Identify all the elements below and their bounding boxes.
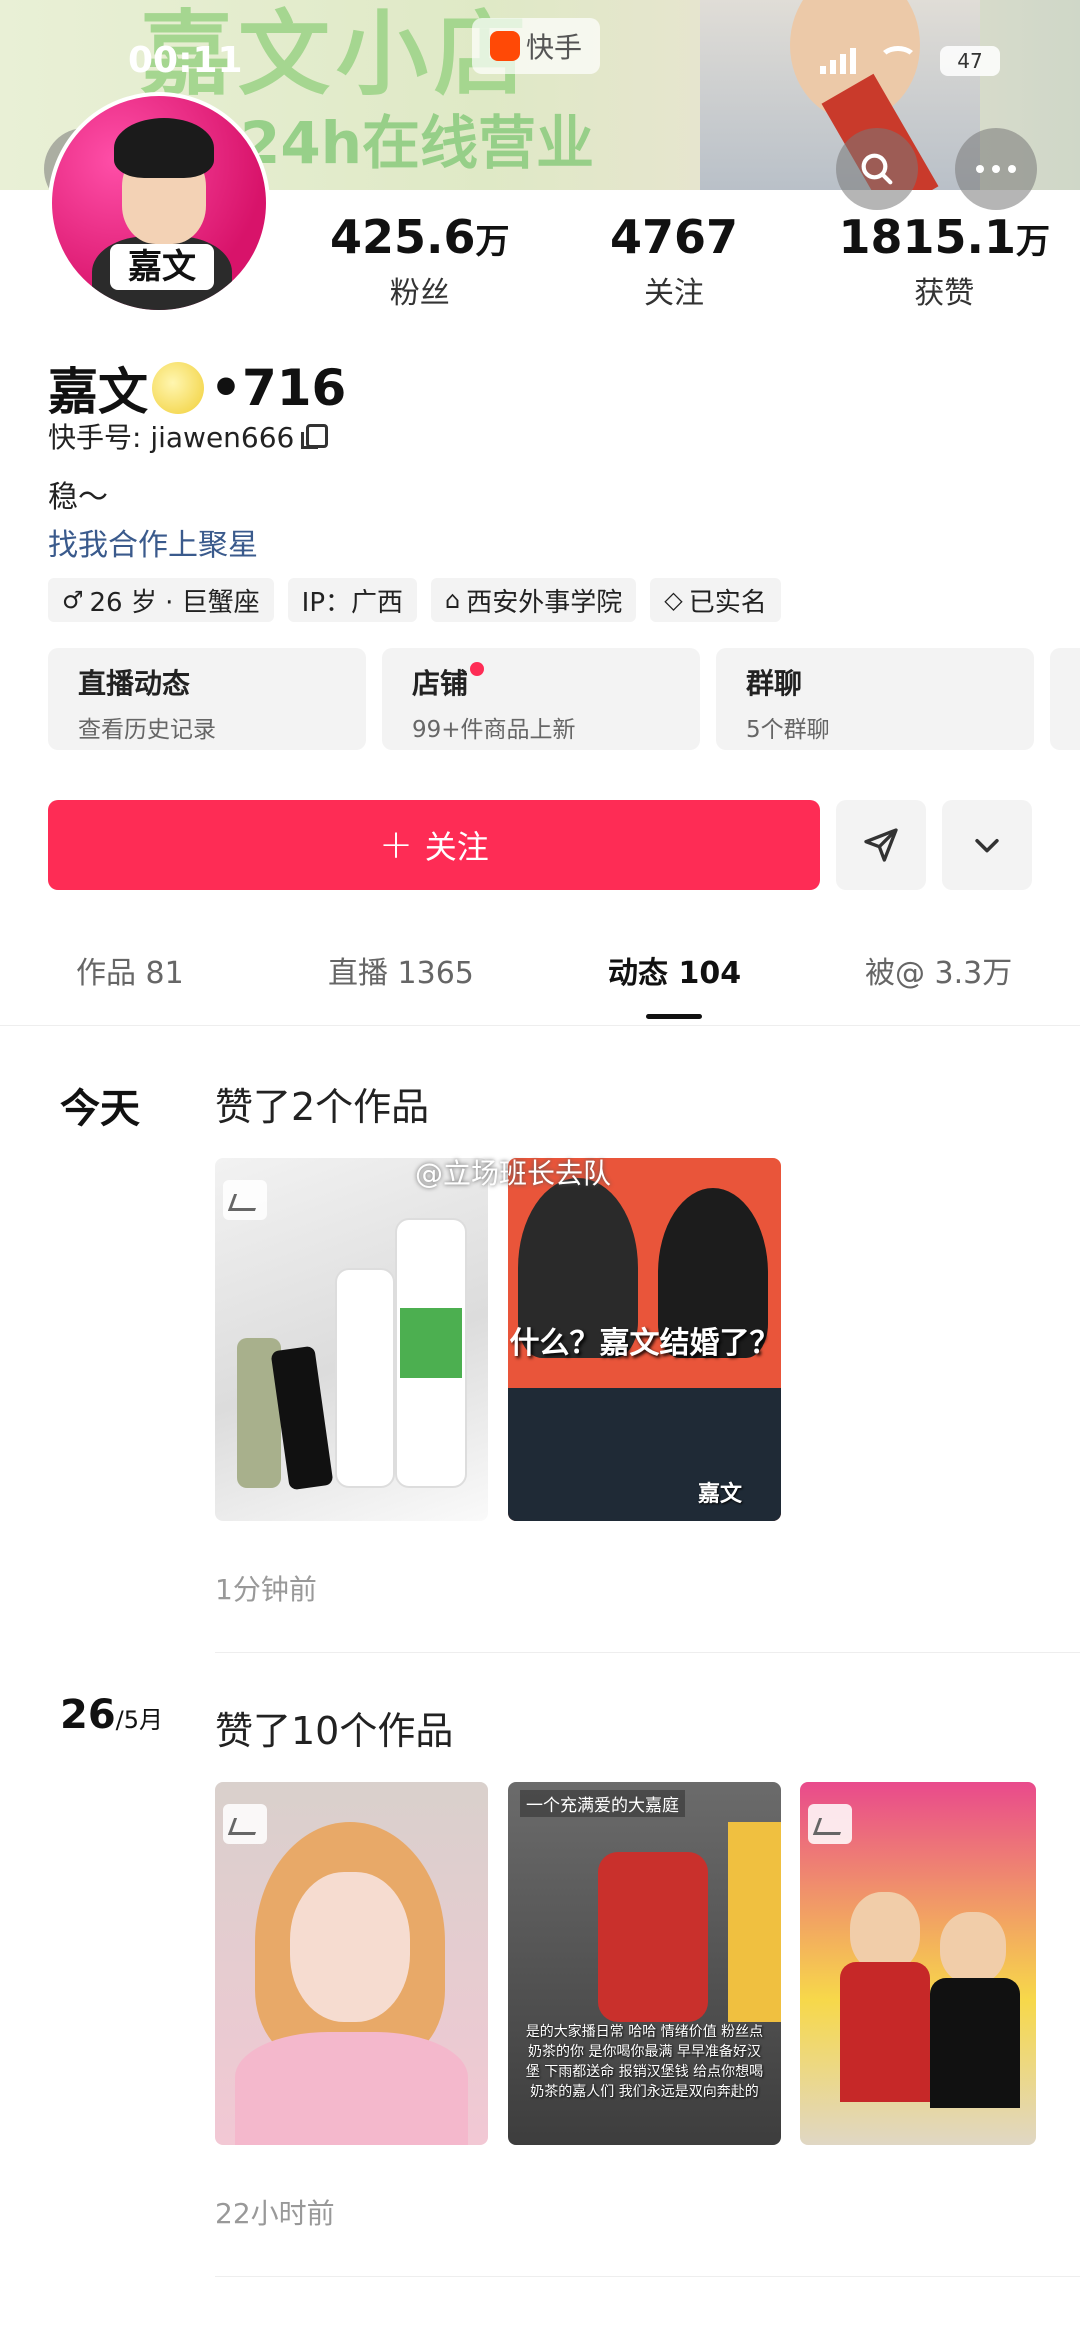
feature-cards: 直播动态 查看历史记录 店铺 99+件商品上新 群聊 5个群聊 bbox=[48, 648, 1080, 750]
stat-value: 4767 bbox=[609, 210, 739, 264]
feed-thumbnail[interactable]: 什么？嘉文结婚了？ 嘉文 bbox=[508, 1158, 781, 1521]
feed-time-ago: 22小时前 bbox=[215, 2197, 335, 2230]
chip-text: IP：广西 bbox=[301, 587, 404, 618]
platform-label: 快手 bbox=[526, 31, 583, 64]
follow-label: 关注 bbox=[424, 828, 489, 866]
battery-icon: 47 bbox=[940, 46, 1000, 76]
kuaishou-logo-icon bbox=[490, 31, 520, 61]
avatar-name-tag: 嘉文 bbox=[110, 244, 214, 290]
stat-label: 粉丝 bbox=[389, 276, 450, 311]
feed-thumbnail[interactable] bbox=[215, 1782, 488, 2145]
signal-icon bbox=[820, 48, 856, 74]
card-subtitle: 查看历史记录 bbox=[78, 717, 216, 743]
profile-name-suffix: •716 bbox=[210, 359, 347, 417]
stat-unit: 万 bbox=[1016, 222, 1050, 262]
message-button[interactable] bbox=[836, 800, 926, 890]
card-more[interactable] bbox=[1050, 648, 1080, 750]
image-post-icon bbox=[223, 1804, 267, 1844]
chip-school[interactable]: ⌂ 西安外事学院 bbox=[431, 578, 637, 622]
card-shop[interactable]: 店铺 99+件商品上新 bbox=[382, 648, 700, 750]
card-title: 群聊 bbox=[746, 667, 803, 700]
chevron-down-icon bbox=[975, 838, 999, 853]
feed-date: 今天 bbox=[60, 1086, 140, 1132]
stat-following[interactable]: 4767 关注 bbox=[610, 210, 738, 312]
profile-stats: 425.6万 粉丝 4767 关注 1815.1万 获赞 bbox=[330, 210, 1050, 312]
stat-likes[interactable]: 1815.1万 获赞 bbox=[838, 210, 1050, 312]
chip-text: 26 岁 · 巨蟹座 bbox=[89, 587, 260, 618]
card-subtitle: 99+件商品上新 bbox=[412, 717, 576, 743]
feed-thumbnail[interactable] bbox=[800, 1782, 1036, 2145]
chip-text: 已实名 bbox=[688, 587, 767, 618]
expand-button[interactable] bbox=[942, 800, 1032, 890]
feed-title: 赞了10个作品 bbox=[215, 1709, 454, 1753]
moon-face-emoji-icon bbox=[152, 362, 204, 414]
plus-icon: + bbox=[379, 822, 413, 868]
chip-age: ♂ 26 岁 · 巨蟹座 bbox=[48, 578, 274, 622]
bio-text: 稳～ bbox=[48, 480, 108, 515]
feed-date: 26/5月 bbox=[60, 1692, 163, 1738]
chip-verified[interactable]: ◇ 已实名 bbox=[650, 578, 781, 622]
stat-value: 425.6 bbox=[330, 210, 476, 264]
uid-row: 快手号: jiawen666 bbox=[48, 416, 329, 456]
weibo-watermark: @立场班长去队 bbox=[415, 1157, 612, 1190]
tab-works[interactable]: 作品 81 bbox=[76, 948, 184, 992]
search-button[interactable] bbox=[836, 128, 918, 210]
thumbnail-caption: 什么？嘉文结婚了？ bbox=[509, 1326, 780, 1361]
copy-icon[interactable] bbox=[301, 424, 329, 449]
avatar[interactable]: 嘉文 bbox=[48, 92, 270, 314]
business-link[interactable]: 找我合作上聚星 bbox=[48, 520, 258, 564]
content-tabs: 作品 81 直播 1365 动态 104 被@ 3.3万 bbox=[0, 948, 1080, 1026]
follow-button[interactable]: + 关注 bbox=[48, 800, 820, 890]
stat-label: 关注 bbox=[644, 276, 704, 311]
shield-icon: ◇ bbox=[664, 586, 683, 614]
tab-live[interactable]: 直播 1365 bbox=[328, 948, 474, 992]
uid-label: 快手号: jiawen666 bbox=[48, 421, 295, 454]
stat-value: 1815.1 bbox=[838, 210, 1016, 264]
image-post-icon bbox=[223, 1180, 267, 1220]
status-icons: 47 bbox=[820, 46, 1000, 76]
search-icon bbox=[861, 153, 893, 185]
card-subtitle: 5个群聊 bbox=[746, 717, 830, 743]
wifi-icon bbox=[878, 46, 918, 76]
card-title: 直播动态 bbox=[78, 667, 191, 700]
feed-divider bbox=[215, 2276, 1080, 2277]
tab-mentions[interactable]: 被@ 3.3万 bbox=[865, 948, 1012, 992]
active-tab-indicator bbox=[646, 1014, 702, 1019]
feed-date-month: /5月 bbox=[115, 1706, 164, 1734]
male-icon: ♂ bbox=[62, 586, 84, 614]
feed-divider bbox=[215, 1652, 1080, 1653]
image-post-icon bbox=[808, 1804, 852, 1844]
stat-label: 获赞 bbox=[914, 276, 975, 311]
stat-fans[interactable]: 425.6万 粉丝 bbox=[330, 210, 510, 312]
feed-title: 赞了2个作品 bbox=[215, 1085, 430, 1129]
status-time: 00:11 bbox=[128, 40, 243, 81]
feed-thumbnail[interactable]: 一个充满爱的大嘉庭 是的大家播日常 哈哈 情绪价值 粉丝点奶茶的你 是你喝你最满… bbox=[508, 1782, 781, 2145]
thumbnail-tag: 嘉文 bbox=[698, 1482, 743, 1507]
more-dots-icon bbox=[976, 165, 1016, 173]
card-title: 店铺 bbox=[412, 667, 469, 700]
profile-name-text: 嘉文 bbox=[48, 363, 148, 421]
feed-thumbnail[interactable] bbox=[215, 1158, 488, 1521]
platform-tag: 快手 bbox=[472, 18, 601, 74]
card-group-chat[interactable]: 群聊 5个群聊 bbox=[716, 648, 1034, 750]
tab-activity[interactable]: 动态 104 bbox=[608, 948, 741, 992]
notification-dot bbox=[470, 662, 485, 676]
banner-subtitle: 24h在线营业 bbox=[240, 109, 595, 177]
thumbnail-caption: 一个充满爱的大嘉庭 bbox=[520, 1790, 685, 1817]
chip-ip: IP：广西 bbox=[287, 578, 418, 622]
feed-date-day: 26 bbox=[60, 1692, 116, 1738]
more-button[interactable] bbox=[955, 128, 1037, 210]
profile-name: 嘉文 •716 bbox=[48, 352, 346, 424]
send-icon bbox=[864, 828, 898, 862]
stat-unit: 万 bbox=[475, 222, 510, 262]
profile-chips: ♂ 26 岁 · 巨蟹座 IP：广西 ⌂ 西安外事学院 ◇ 已实名 bbox=[48, 578, 781, 622]
school-icon: ⌂ bbox=[445, 586, 461, 614]
feed-time-ago: 1分钟前 bbox=[215, 1573, 317, 1606]
card-live-history[interactable]: 直播动态 查看历史记录 bbox=[48, 648, 366, 750]
chip-text: 西安外事学院 bbox=[466, 587, 623, 618]
thumbnail-overlay-text: 是的大家播日常 哈哈 情绪价值 粉丝点奶茶的你 是你喝你最满 早早准备好汉堡 下… bbox=[525, 2024, 764, 2100]
